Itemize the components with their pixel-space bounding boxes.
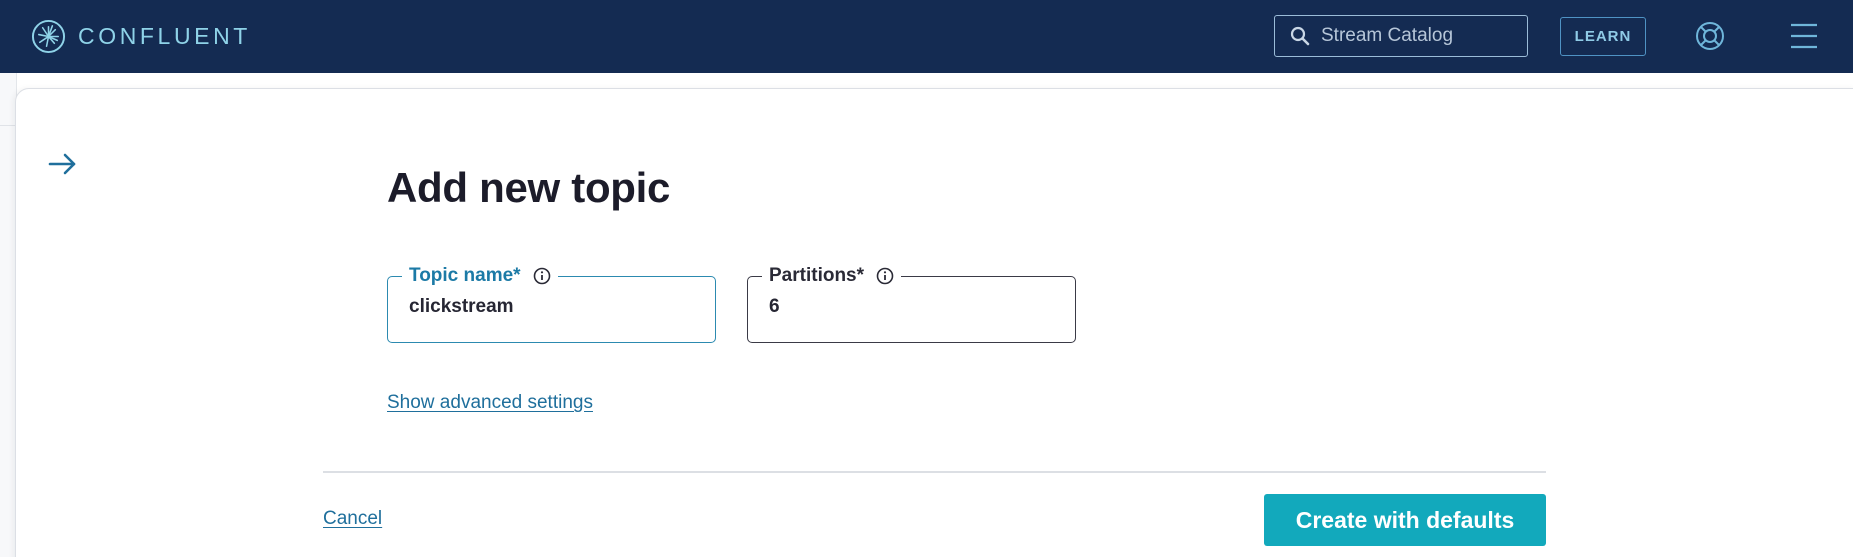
search-input[interactable]	[1321, 25, 1521, 47]
cancel-link[interactable]: Cancel	[323, 508, 382, 530]
topic-name-label: Topic name*	[409, 265, 521, 286]
arrow-right-icon[interactable]	[48, 152, 78, 176]
partitions-legend: Partitions*	[762, 266, 901, 286]
footer-divider	[323, 471, 1546, 473]
partitions-label: Partitions*	[769, 265, 865, 286]
stream-catalog-search[interactable]	[1274, 15, 1528, 57]
topic-name-field[interactable]: Topic name*	[387, 266, 716, 343]
show-advanced-settings-link[interactable]: Show advanced settings	[387, 392, 593, 414]
partitions-field[interactable]: Partitions*	[747, 266, 1076, 343]
brand-name: CONFLUENT	[78, 23, 251, 49]
hamburger-menu-icon[interactable]	[1790, 21, 1818, 51]
topic-name-input[interactable]	[409, 294, 694, 320]
page-title: Add new topic	[387, 164, 671, 211]
create-with-defaults-button[interactable]: Create with defaults	[1264, 494, 1546, 546]
lifebuoy-icon[interactable]	[1694, 20, 1726, 52]
info-icon[interactable]	[876, 267, 894, 285]
confluent-burst-icon	[31, 19, 66, 54]
search-icon	[1290, 26, 1310, 46]
topic-name-legend: Topic name*	[402, 266, 558, 286]
info-icon[interactable]	[533, 267, 551, 285]
top-navigation-bar: CONFLUENT LEARN	[0, 0, 1853, 73]
brand-logo[interactable]: CONFLUENT	[31, 19, 251, 54]
learn-button[interactable]: LEARN	[1560, 17, 1646, 56]
partitions-input[interactable]	[769, 294, 1054, 320]
